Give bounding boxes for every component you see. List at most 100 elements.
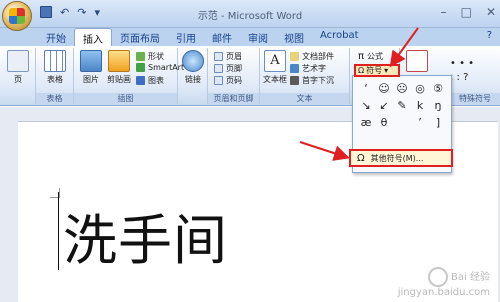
document-text[interactable]: 洗手间 xyxy=(63,196,228,275)
symbol-cell[interactable]: ŋ xyxy=(429,97,447,114)
close-button[interactable]: ✕ xyxy=(486,5,496,19)
symbol-cell[interactable]: ◎ xyxy=(411,80,429,97)
special-symbols-button[interactable] xyxy=(402,50,432,74)
punctuation-preview: ; : ? xyxy=(450,72,468,83)
window-controls: – □ ✕ xyxy=(441,5,496,19)
textbox-label: 文本框 xyxy=(263,75,287,84)
symbol-cell[interactable]: ↙ xyxy=(375,97,393,114)
page-number-icon xyxy=(214,76,223,85)
text-group-label: 文本 xyxy=(260,93,349,104)
wordart-label: 艺术字 xyxy=(302,64,326,73)
watermark: Bai 经验 jingyan.baidu.com xyxy=(398,267,490,298)
paw-logo-icon xyxy=(428,267,449,287)
pages-group: 页 xyxy=(0,48,36,104)
links-button[interactable]: 链接 xyxy=(178,50,208,85)
globe-icon xyxy=(182,50,204,72)
ribbon-tabs: 开始 插入 页面布局 引用 邮件 审阅 视图 Acrobat ? xyxy=(0,28,500,46)
quickparts-icon xyxy=(290,52,299,61)
symbol-grid-preview: • • • xyxy=(450,58,474,69)
symbol-cell[interactable]: ↘ xyxy=(357,97,375,114)
illustrations-group-label: 插图 xyxy=(74,93,177,104)
header-footer-group-label: 页眉和页脚 xyxy=(208,93,259,104)
pi-icon: π xyxy=(358,51,365,62)
links-group: 链接 xyxy=(178,48,208,104)
tab-review[interactable]: 审阅 xyxy=(240,28,276,46)
maximize-button[interactable]: □ xyxy=(461,5,472,19)
quickparts-button[interactable]: 文档部件 xyxy=(290,51,334,62)
table-icon xyxy=(44,50,66,72)
pages-label: 页 xyxy=(14,75,22,84)
chart-icon xyxy=(136,76,145,85)
symbol-cell[interactable]: ✎ xyxy=(393,97,411,114)
tab-acrobat[interactable]: Acrobat xyxy=(312,28,367,46)
footer-button[interactable]: 页脚 xyxy=(214,63,242,74)
table-button[interactable]: 表格 xyxy=(40,50,70,85)
symbol-cell[interactable]: æ xyxy=(357,114,375,131)
window-title: 示范 - Microsoft Word xyxy=(197,11,303,22)
tab-mailings[interactable]: 邮件 xyxy=(204,28,240,46)
punctuation-icon: ; : ? xyxy=(450,72,469,83)
symbol-cell[interactable] xyxy=(393,114,411,131)
textbox-icon: A xyxy=(264,50,286,72)
tab-view[interactable]: 视图 xyxy=(276,28,312,46)
wordart-button[interactable]: 艺术字 xyxy=(290,63,326,74)
watermark-url: jingyan.baidu.com xyxy=(397,287,490,298)
chart-button[interactable]: 图表 xyxy=(136,75,164,86)
quickparts-label: 文档部件 xyxy=(302,52,334,61)
smartart-button[interactable]: SmartArt xyxy=(136,63,184,72)
symbol-cell[interactable]: θ xyxy=(375,114,393,131)
chevron-down-icon: ▾ xyxy=(384,66,389,75)
office-logo-icon xyxy=(9,8,25,24)
symbol-cell[interactable]: ’ xyxy=(411,114,429,131)
dropcap-button[interactable]: 首字下沉 xyxy=(290,75,334,86)
symbol-cell[interactable]: k xyxy=(411,97,429,114)
help-icon[interactable]: ? xyxy=(487,28,500,46)
shapes-icon xyxy=(136,52,145,61)
symbol-cell[interactable]: ☹ xyxy=(393,80,411,97)
chart-label: 图表 xyxy=(148,76,164,85)
symbol-grid: ‘ ☺ ☹ ◎ ⑤ ↘ ↙ ✎ k ŋ æ θ ’ ] xyxy=(357,80,447,131)
shapes-button[interactable]: 形状 xyxy=(136,51,164,62)
tab-home[interactable]: 开始 xyxy=(38,28,74,46)
symbol-cell[interactable]: ☺ xyxy=(375,80,393,97)
symbol-cell[interactable]: ] xyxy=(429,114,447,131)
clipart-label: 剪贴画 xyxy=(107,75,131,84)
table-label: 表格 xyxy=(47,75,63,84)
shapes-label: 形状 xyxy=(148,52,164,61)
symbol-dropdown: ‘ ☺ ☹ ◎ ⑤ ↘ ↙ ✎ k ŋ æ θ ’ ] Ω 其他符号(M)... xyxy=(349,75,453,173)
textbox-button[interactable]: A 文本框 xyxy=(260,50,290,85)
picture-icon xyxy=(80,50,102,72)
footer-label: 页脚 xyxy=(226,64,242,73)
picture-button[interactable]: 图片 xyxy=(76,50,106,85)
special-symbols-icon xyxy=(406,50,428,72)
minimize-button[interactable]: – xyxy=(441,5,447,19)
omega-icon: Ω xyxy=(358,66,365,75)
tab-insert[interactable]: 插入 xyxy=(74,28,112,46)
header-icon xyxy=(214,52,223,61)
symbol-cell[interactable]: ‘ xyxy=(357,80,375,97)
clipart-button[interactable]: 剪贴画 xyxy=(104,50,134,85)
office-button[interactable] xyxy=(2,1,32,31)
symbol-button[interactable]: Ω 符号 ▾ xyxy=(354,64,400,77)
header-button[interactable]: 页眉 xyxy=(214,51,242,62)
symbol-label: 符号 xyxy=(366,66,383,75)
dropcap-label: 首字下沉 xyxy=(302,76,334,85)
text-cursor xyxy=(58,192,59,270)
text-group: A 文本框 文档部件 艺术字 首字下沉 文本 xyxy=(260,48,350,104)
equation-button[interactable]: π 公式 xyxy=(358,51,383,62)
header-label: 页眉 xyxy=(226,52,242,61)
clipart-icon xyxy=(108,50,130,72)
watermark-brand: Bai 经验 xyxy=(451,272,490,283)
links-label: 链接 xyxy=(185,75,201,84)
pages-button[interactable]: 页 xyxy=(3,50,33,85)
tab-references[interactable]: 引用 xyxy=(168,28,204,46)
wordart-icon xyxy=(290,64,299,73)
symbol-cell[interactable]: ⑤ xyxy=(429,80,447,97)
pages-icon xyxy=(7,50,29,72)
more-symbols-menu-item[interactable]: Ω 其他符号(M)... xyxy=(349,149,453,167)
smartart-icon xyxy=(136,63,145,72)
tab-page-layout[interactable]: 页面布局 xyxy=(112,28,168,46)
special-symbols-group-label: 特殊符号 xyxy=(450,93,500,104)
dot-icon: • • • xyxy=(450,58,475,69)
page-number-button[interactable]: 页码 xyxy=(214,75,242,86)
